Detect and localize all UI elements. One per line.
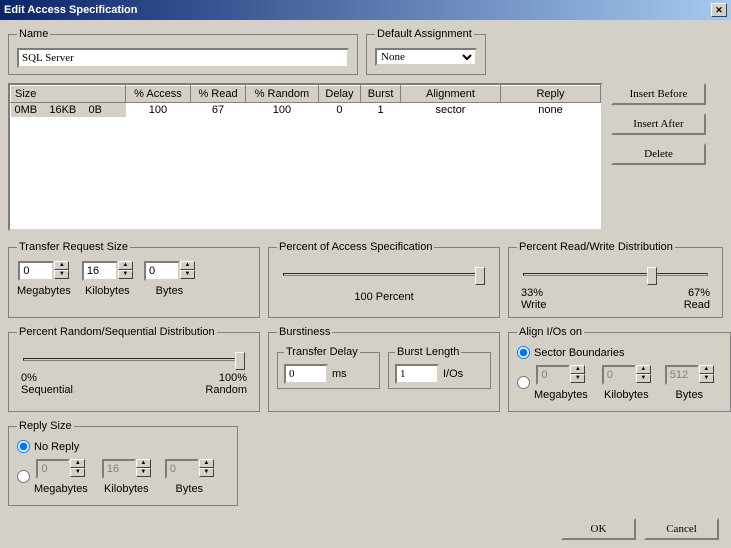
percent-access-group: Percent of Access Specification 100 Perc… bbox=[268, 241, 500, 318]
insert-before-button[interactable]: Insert Before bbox=[611, 83, 706, 105]
read-write-group: Percent Read/Write Distribution 33%Write… bbox=[508, 241, 723, 318]
transfer-delay-input[interactable] bbox=[284, 364, 328, 384]
slider-thumb[interactable] bbox=[475, 267, 485, 285]
slider-thumb[interactable] bbox=[647, 267, 657, 285]
cell-read: 67 bbox=[190, 103, 245, 118]
burstiness-group: Burstiness Transfer Delay ms Burst Lengt… bbox=[268, 326, 500, 412]
reply-size-group: Reply Size No Reply ▲▼Megabytes ▲▼Kiloby… bbox=[8, 420, 238, 506]
align-sector-radio[interactable] bbox=[517, 346, 530, 359]
default-assignment-group: Default Assignment None bbox=[366, 28, 486, 75]
no-reply-radio[interactable] bbox=[17, 440, 30, 453]
col-reply[interactable]: Reply bbox=[501, 86, 601, 103]
cancel-button[interactable]: Cancel bbox=[644, 518, 719, 540]
align-io-group: Align I/Os on Sector Boundaries ▲▼Megaby… bbox=[508, 326, 731, 412]
cell-alignment: sector bbox=[401, 103, 501, 118]
delete-button[interactable]: Delete bbox=[611, 143, 706, 165]
default-assignment-label: Default Assignment bbox=[375, 28, 474, 40]
col-burst[interactable]: Burst bbox=[361, 86, 401, 103]
read-write-legend: Percent Read/Write Distribution bbox=[517, 241, 675, 253]
col-delay[interactable]: Delay bbox=[318, 86, 361, 103]
transfer-b-spinner[interactable]: ▲▼ bbox=[144, 261, 195, 281]
align-io-legend: Align I/Os on bbox=[517, 326, 584, 338]
transfer-kb-spinner[interactable]: ▲▼ bbox=[82, 261, 133, 281]
table-row[interactable]: 0MB 16KB 0B 100 67 100 0 1 sector none bbox=[11, 103, 601, 118]
spec-table[interactable]: Size % Access % Read % Random Delay Burs… bbox=[10, 85, 601, 117]
name-group: Name bbox=[8, 28, 358, 75]
col-random[interactable]: % Random bbox=[246, 86, 319, 103]
cell-access: 100 bbox=[126, 103, 191, 118]
random-seq-legend: Percent Random/Sequential Distribution bbox=[17, 326, 217, 338]
up-icon[interactable]: ▲ bbox=[54, 261, 69, 270]
align-b-spinner: ▲▼ bbox=[665, 365, 714, 385]
transfer-size-group: Transfer Request Size ▲▼ Megabytes ▲▼ Ki… bbox=[8, 241, 260, 318]
percent-access-value: 100 Percent bbox=[277, 291, 491, 303]
transfer-delay-group: Transfer Delay ms bbox=[277, 346, 380, 389]
cell-size: 0MB 16KB 0B bbox=[11, 103, 126, 118]
burstiness-legend: Burstiness bbox=[277, 326, 332, 338]
ok-button[interactable]: OK bbox=[561, 518, 636, 540]
reply-b-spinner: ▲▼ bbox=[165, 459, 214, 479]
name-label: Name bbox=[17, 28, 50, 40]
align-mb-spinner: ▲▼ bbox=[536, 365, 585, 385]
insert-after-button[interactable]: Insert After bbox=[611, 113, 706, 135]
reply-kb-spinner: ▲▼ bbox=[102, 459, 151, 479]
align-kb-spinner: ▲▼ bbox=[602, 365, 651, 385]
cell-reply: none bbox=[501, 103, 601, 118]
cell-random: 100 bbox=[246, 103, 319, 118]
up-icon[interactable]: ▲ bbox=[180, 261, 195, 270]
col-access[interactable]: % Access bbox=[126, 86, 191, 103]
name-input[interactable] bbox=[17, 48, 349, 68]
down-icon[interactable]: ▼ bbox=[54, 270, 69, 279]
spec-table-container: Size % Access % Read % Random Delay Burs… bbox=[8, 83, 603, 231]
col-alignment[interactable]: Alignment bbox=[401, 86, 501, 103]
close-icon[interactable]: ✕ bbox=[711, 3, 727, 17]
transfer-size-legend: Transfer Request Size bbox=[17, 241, 130, 253]
read-write-slider[interactable] bbox=[523, 265, 708, 285]
cell-delay: 0 bbox=[318, 103, 361, 118]
up-icon[interactable]: ▲ bbox=[118, 261, 133, 270]
down-icon[interactable]: ▼ bbox=[180, 270, 195, 279]
burst-length-group: Burst Length I/Os bbox=[388, 346, 491, 389]
burst-length-input[interactable] bbox=[395, 364, 439, 384]
slider-thumb[interactable] bbox=[235, 352, 245, 370]
cell-burst: 1 bbox=[361, 103, 401, 118]
transfer-mb-spinner[interactable]: ▲▼ bbox=[18, 261, 69, 281]
align-custom-radio[interactable] bbox=[517, 376, 530, 389]
reply-mb-spinner: ▲▼ bbox=[36, 459, 85, 479]
random-seq-group: Percent Random/Sequential Distribution 0… bbox=[8, 326, 260, 412]
col-read[interactable]: % Read bbox=[190, 86, 245, 103]
window-title: Edit Access Specification bbox=[4, 4, 137, 16]
down-icon[interactable]: ▼ bbox=[118, 270, 133, 279]
percent-access-slider[interactable] bbox=[283, 265, 485, 285]
percent-access-legend: Percent of Access Specification bbox=[277, 241, 434, 253]
reply-size-legend: Reply Size bbox=[17, 420, 74, 432]
default-assignment-select[interactable]: None bbox=[375, 48, 477, 66]
reply-custom-radio[interactable] bbox=[17, 470, 30, 483]
col-size[interactable]: Size bbox=[11, 86, 126, 103]
random-seq-slider[interactable] bbox=[23, 350, 245, 370]
titlebar: Edit Access Specification ✕ bbox=[0, 0, 731, 20]
dialog-body: Name Default Assignment None Size % Acce… bbox=[0, 20, 731, 548]
